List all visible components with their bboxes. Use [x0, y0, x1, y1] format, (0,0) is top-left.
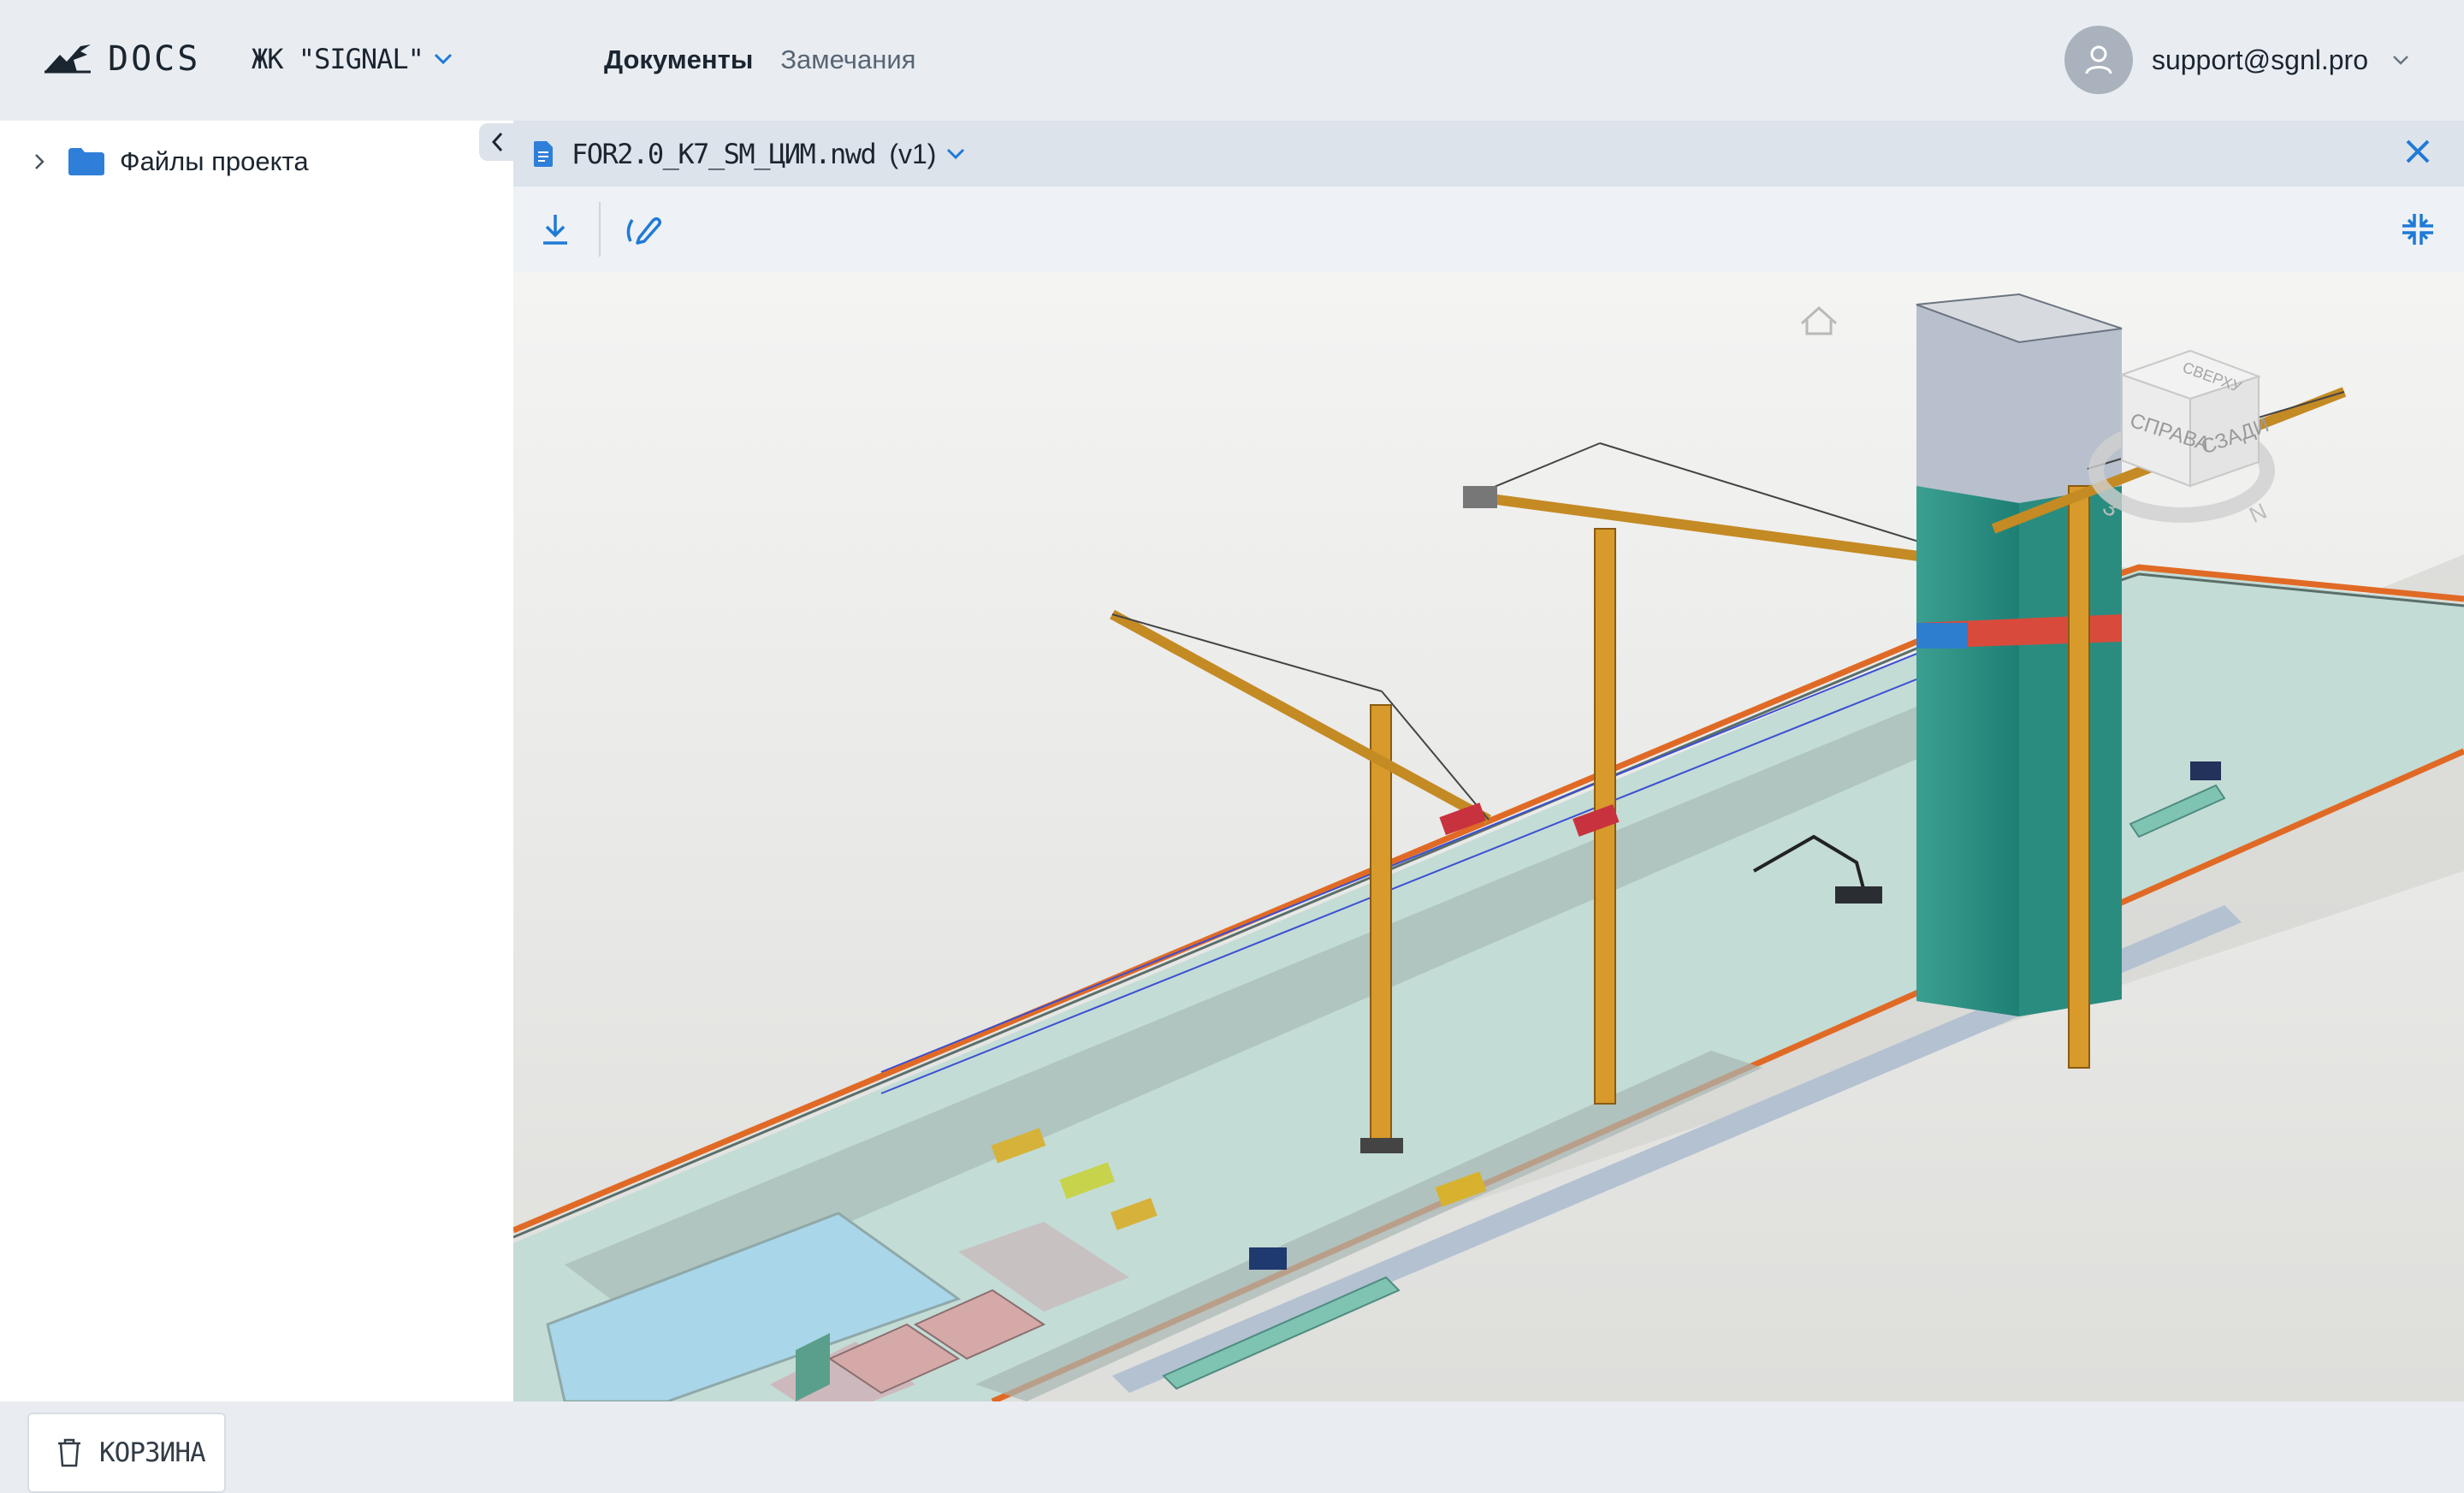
chevron-down-icon[interactable] [946, 148, 965, 160]
nav-remarks[interactable]: Замечания [780, 44, 915, 75]
document-title[interactable]: FOR2.0_K7_SM_ЦИМ.nwd (v1) [532, 138, 965, 170]
project-selector[interactable]: ЖК "SIGNAL" [252, 43, 453, 75]
app-logo[interactable]: DOCS [43, 39, 200, 79]
document-icon [532, 140, 554, 168]
document-filename: FOR2.0_K7_SM_ЦИМ.nwd [572, 138, 877, 170]
logo-icon [43, 43, 92, 75]
download-icon[interactable] [541, 212, 570, 246]
chevron-right-icon[interactable] [33, 151, 46, 172]
model-viewer[interactable]: СПРАВА СЗАДИ СВЕРХУ З N [513, 272, 2464, 1401]
high-rise-building [1916, 293, 2123, 1016]
sidebar-collapse-button[interactable] [479, 123, 515, 161]
logo-text: DOCS [108, 39, 201, 79]
document-header: FOR2.0_K7_SM_ЦИМ.nwd (v1) [513, 121, 2464, 187]
file-sidebar: Файлы проекта КОРЗИНА [0, 121, 513, 1493]
main-nav: Документы Замечания [604, 44, 915, 75]
trash-icon [56, 1438, 82, 1467]
collapse-icon[interactable] [2399, 210, 2437, 248]
construction-site-model[interactable]: СПРАВА СЗАДИ СВЕРХУ З N [513, 272, 2464, 1401]
tree-item-project-files[interactable]: Файлы проекта [33, 146, 309, 177]
document-version: (v1) [889, 138, 937, 169]
nav-documents[interactable]: Документы [604, 44, 753, 75]
project-selector-label: ЖК "SIGNAL" [252, 43, 424, 75]
markup-pen-icon[interactable] [625, 212, 662, 246]
chevron-left-icon [490, 131, 504, 153]
avatar [2064, 26, 2133, 94]
top-bar: DOCS ЖК "SIGNAL" Документы Замечания sup… [0, 0, 2464, 121]
user-email: support@sgnl.pro [2151, 44, 2368, 75]
user-menu[interactable]: support@sgnl.pro [2064, 26, 2409, 94]
folder-icon [67, 146, 106, 177]
tree-item-label: Файлы проекта [120, 146, 309, 176]
viewer-toolbar [513, 187, 2464, 272]
trash-label: КОРЗИНА [99, 1437, 206, 1468]
close-document-button[interactable] [2402, 136, 2433, 167]
trash-button[interactable]: КОРЗИНА [27, 1413, 226, 1493]
user-icon [2084, 44, 2113, 75]
toolbar-divider [599, 202, 601, 257]
chevron-down-icon [2392, 55, 2409, 65]
close-icon [2402, 136, 2433, 167]
chevron-down-icon [434, 53, 453, 65]
